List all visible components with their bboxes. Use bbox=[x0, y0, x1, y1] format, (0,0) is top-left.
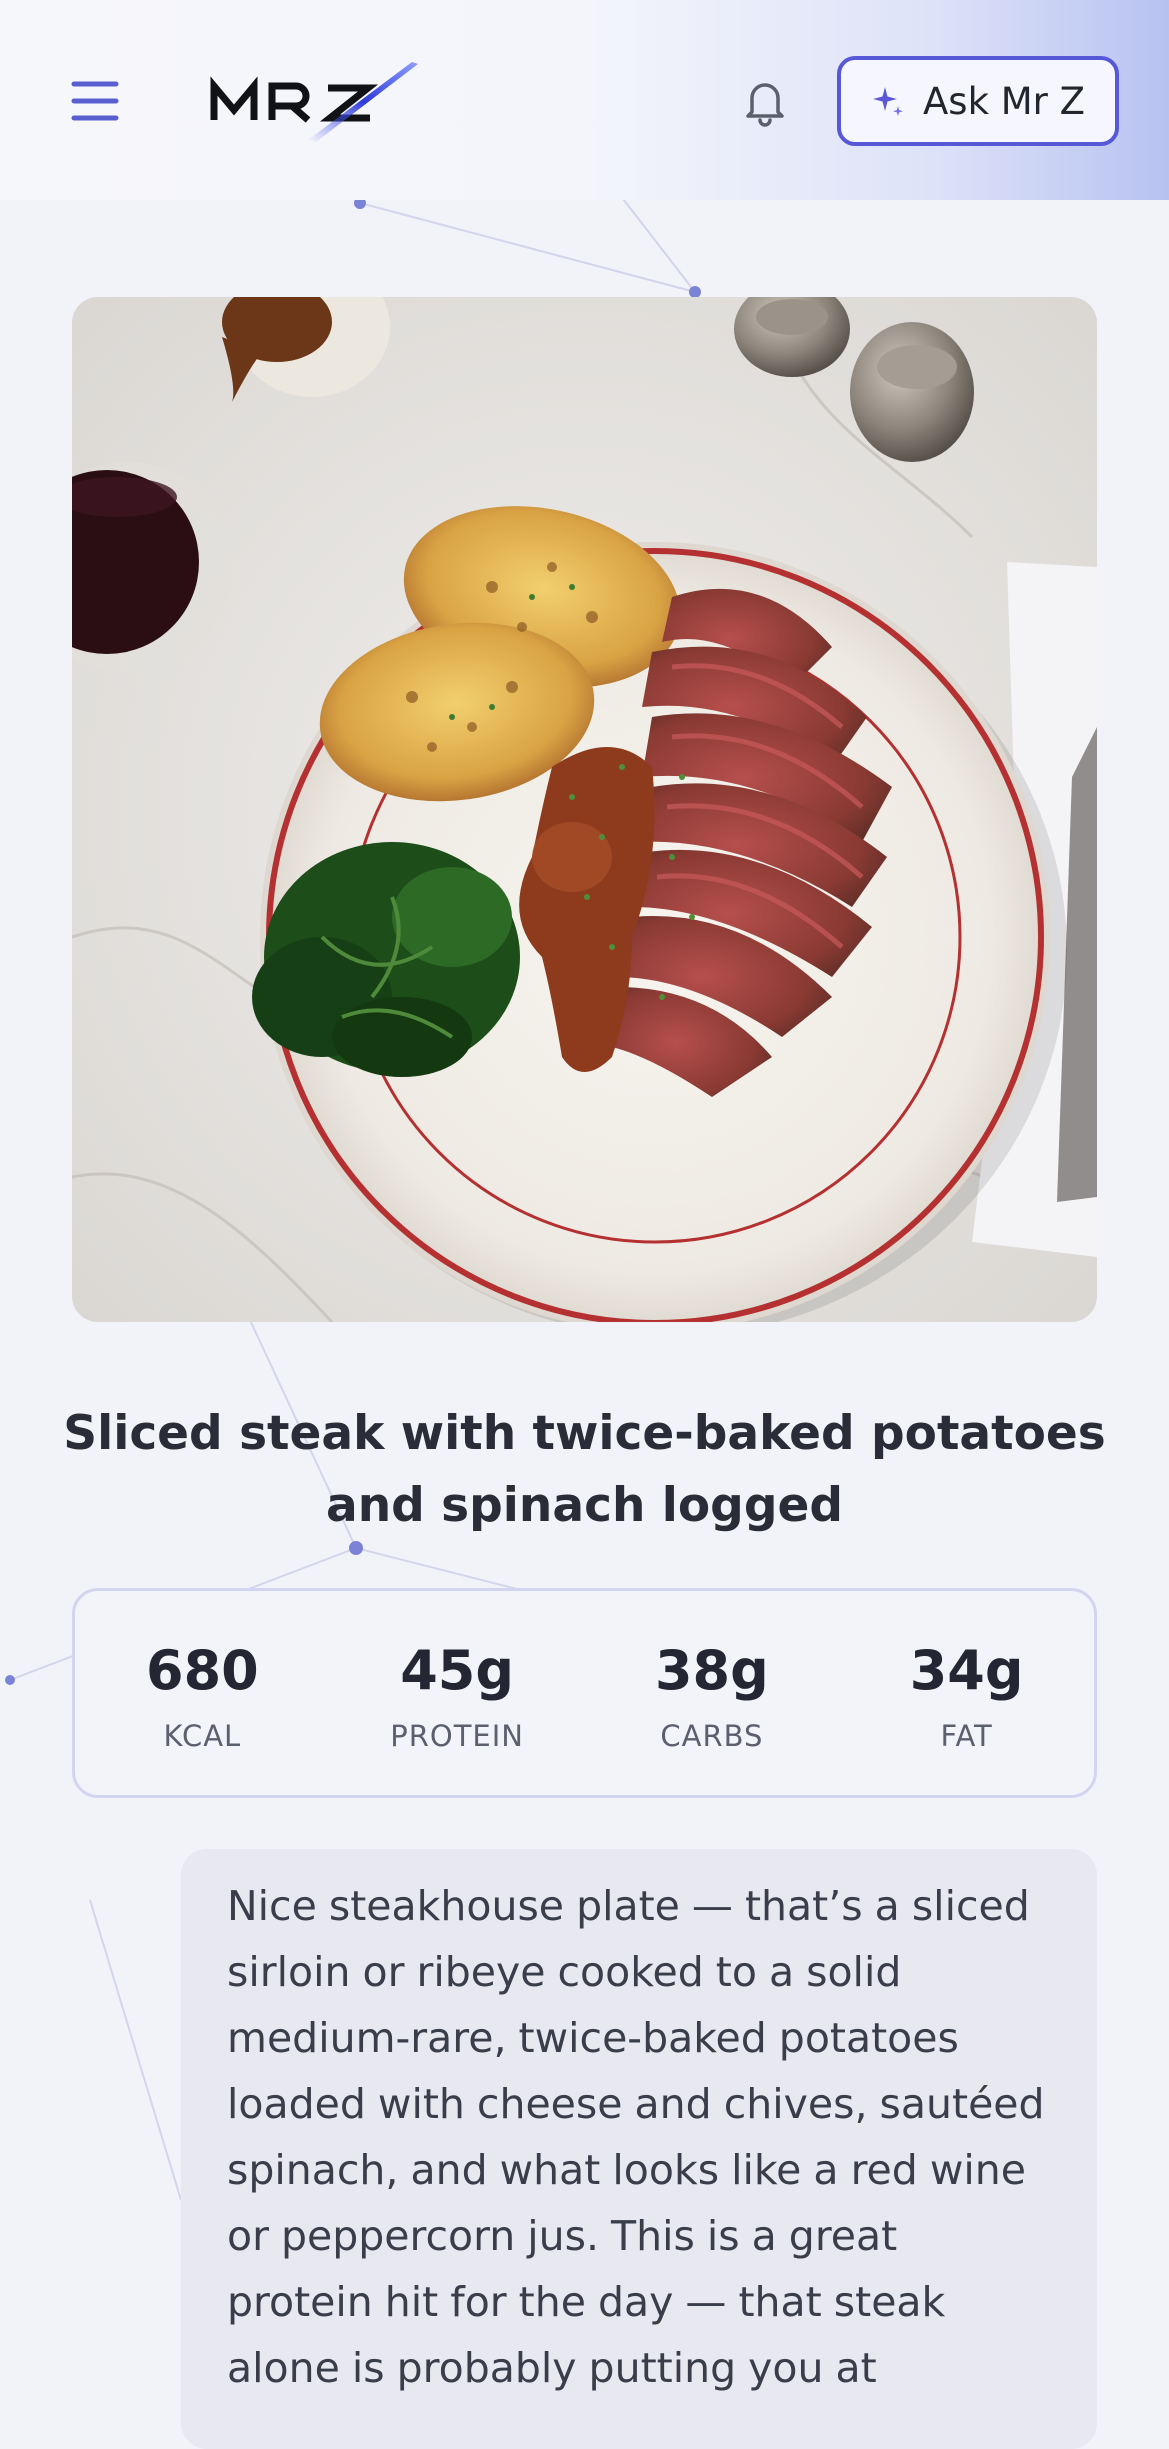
meal-photo bbox=[72, 297, 1097, 1322]
macro-kcal: 680 KCAL bbox=[75, 1591, 330, 1795]
macro-value: 45g bbox=[400, 1639, 515, 1702]
notifications-button[interactable] bbox=[740, 76, 790, 128]
macro-value: 680 bbox=[146, 1639, 259, 1702]
macro-label: CARBS bbox=[660, 1719, 764, 1753]
macro-label: FAT bbox=[940, 1719, 993, 1753]
ask-mr-z-button[interactable]: Ask Mr Z bbox=[837, 56, 1119, 146]
macro-carbs: 38g CARBS bbox=[585, 1591, 840, 1795]
macro-fat: 34g FAT bbox=[839, 1591, 1094, 1795]
macro-value: 34g bbox=[909, 1639, 1024, 1702]
macro-label: KCAL bbox=[163, 1719, 242, 1753]
macro-value: 38g bbox=[654, 1639, 769, 1702]
top-app-bar: Ask Mr Z bbox=[0, 0, 1169, 200]
meal-logged-title: Sliced steak with twice-baked potatoes a… bbox=[63, 1406, 1106, 1533]
macro-protein: 45g PROTEIN bbox=[330, 1591, 585, 1795]
macros-card: 680 KCAL 45g PROTEIN 38g CARBS 34g FAT bbox=[72, 1588, 1097, 1798]
sparkle-icon bbox=[872, 87, 903, 116]
mrz-logo[interactable] bbox=[208, 58, 428, 148]
assistant-message-bubble: Nice steakhouse plate — that’s a sliced … bbox=[181, 1849, 1097, 2449]
bell-icon bbox=[746, 83, 784, 127]
macro-label: PROTEIN bbox=[390, 1719, 524, 1753]
menu-button[interactable] bbox=[66, 76, 126, 126]
hamburger-menu-icon bbox=[71, 81, 119, 121]
assistant-message-text: Nice steakhouse plate — that’s a sliced … bbox=[227, 1882, 1045, 2392]
ask-mr-z-label: Ask Mr Z bbox=[922, 79, 1086, 123]
